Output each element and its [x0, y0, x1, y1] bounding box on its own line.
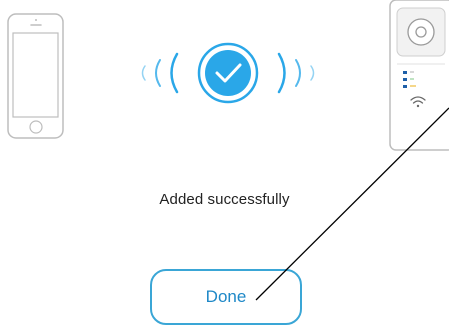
wireless-signal-right-icon: [277, 52, 315, 94]
checkmark-circle-icon: [197, 42, 259, 104]
smartphone-icon: [7, 13, 64, 139]
pairing-illustration: [7, 0, 449, 151]
doorbell-camera-icon: [389, 0, 449, 151]
done-button[interactable]: Done: [150, 269, 302, 325]
wireless-signal-left-icon: [141, 52, 179, 94]
success-message: Added successfully: [159, 191, 290, 208]
